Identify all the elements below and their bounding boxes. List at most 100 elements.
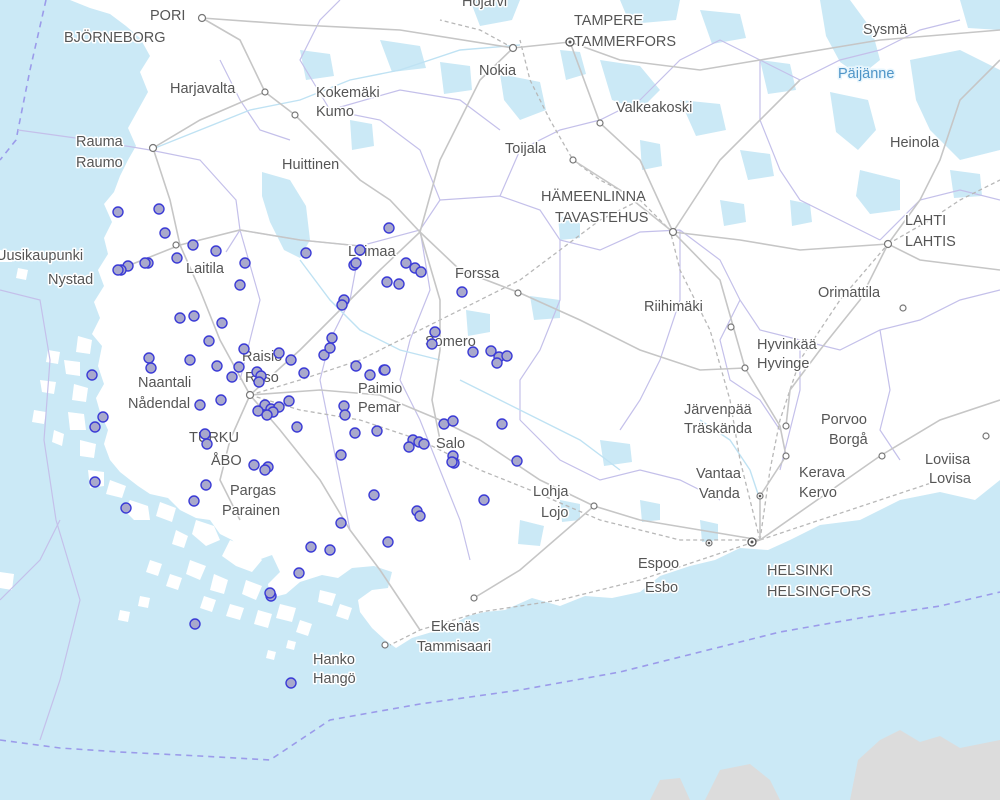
label-tammisaari: Tammisaari bbox=[417, 639, 491, 655]
circle-marker-icon[interactable] bbox=[171, 252, 183, 264]
circle-marker-icon[interactable] bbox=[426, 338, 438, 350]
circle-marker-icon[interactable] bbox=[239, 257, 251, 269]
circle-marker-icon[interactable] bbox=[324, 544, 336, 556]
label-nokia: Nokia bbox=[479, 63, 517, 79]
circle-marker-icon[interactable] bbox=[501, 350, 513, 362]
circle-marker-icon[interactable] bbox=[86, 369, 98, 381]
circle-marker-icon[interactable] bbox=[233, 361, 245, 373]
circle-marker-icon[interactable] bbox=[187, 239, 199, 251]
circle-marker-icon[interactable] bbox=[298, 367, 310, 379]
circle-marker-icon[interactable] bbox=[234, 279, 246, 291]
circle-marker-icon[interactable] bbox=[381, 276, 393, 288]
circle-marker-icon[interactable] bbox=[188, 310, 200, 322]
circle-marker-icon[interactable] bbox=[393, 278, 405, 290]
circle-marker-icon[interactable] bbox=[189, 618, 201, 630]
circle-marker-icon[interactable] bbox=[324, 342, 336, 354]
circle-marker-icon[interactable] bbox=[200, 479, 212, 491]
circle-marker-icon[interactable] bbox=[211, 360, 223, 372]
circle-marker-icon[interactable] bbox=[285, 677, 297, 689]
label-uusikaupunki: Uusikaupunki bbox=[0, 248, 83, 264]
circle-marker-icon[interactable] bbox=[253, 376, 265, 388]
circle-marker-icon[interactable] bbox=[112, 206, 124, 218]
label-hanko: Hanko bbox=[313, 652, 355, 668]
circle-marker-icon[interactable] bbox=[139, 257, 151, 269]
circle-marker-icon[interactable] bbox=[491, 357, 503, 369]
circle-marker-icon[interactable] bbox=[97, 411, 109, 423]
circle-marker-icon[interactable] bbox=[456, 286, 468, 298]
circle-marker-icon[interactable] bbox=[145, 362, 157, 374]
circle-marker-icon[interactable] bbox=[364, 369, 376, 381]
label-esbo: Esbo bbox=[645, 580, 678, 596]
circle-marker-icon[interactable] bbox=[89, 476, 101, 488]
label-riihimaki: Riihimäki bbox=[644, 299, 703, 315]
circle-marker-icon[interactable] bbox=[339, 409, 351, 421]
circle-marker-icon[interactable] bbox=[203, 335, 215, 347]
circle-marker-icon[interactable] bbox=[379, 364, 391, 376]
label-lovisa: Lovisa bbox=[929, 471, 972, 487]
label-valkeakoski: Valkeakoski bbox=[616, 100, 692, 116]
label-ekenas: Ekenäs bbox=[431, 619, 479, 635]
circle-marker-icon[interactable] bbox=[215, 394, 227, 406]
circle-marker-icon[interactable] bbox=[403, 441, 415, 453]
circle-marker-icon[interactable] bbox=[293, 567, 305, 579]
circle-marker-icon[interactable] bbox=[415, 266, 427, 278]
circle-marker-icon[interactable] bbox=[238, 343, 250, 355]
circle-marker-icon[interactable] bbox=[467, 346, 479, 358]
label-bjorneborg: BJÖRNEBORG bbox=[64, 28, 166, 46]
circle-marker-icon[interactable] bbox=[264, 587, 276, 599]
circle-marker-icon[interactable] bbox=[349, 427, 361, 439]
circle-marker-icon[interactable] bbox=[414, 510, 426, 522]
label-hango: Hangö bbox=[313, 671, 356, 687]
circle-marker-icon[interactable] bbox=[418, 438, 430, 450]
circle-marker-icon[interactable] bbox=[174, 312, 186, 324]
circle-marker-icon[interactable] bbox=[194, 399, 206, 411]
circle-marker-icon[interactable] bbox=[368, 489, 380, 501]
circle-marker-icon[interactable] bbox=[285, 354, 297, 366]
circle-marker-icon[interactable] bbox=[199, 428, 211, 440]
circle-marker-icon[interactable] bbox=[153, 203, 165, 215]
label-huittinen: Huittinen bbox=[282, 157, 339, 173]
circle-marker-icon[interactable] bbox=[291, 421, 303, 433]
label-hyvinkaa: Hyvinkää bbox=[757, 337, 818, 353]
circle-marker-icon[interactable] bbox=[259, 464, 271, 476]
map-view[interactable]: PORI BJÖRNEBORG Harjavalta Kokemäki Kumo… bbox=[0, 0, 1000, 800]
label-nystad: Nystad bbox=[48, 272, 93, 288]
circle-marker-icon[interactable] bbox=[336, 299, 348, 311]
circle-marker-icon[interactable] bbox=[383, 222, 395, 234]
circle-marker-icon[interactable] bbox=[350, 360, 362, 372]
circle-marker-icon[interactable] bbox=[226, 371, 238, 383]
circle-marker-icon[interactable] bbox=[511, 455, 523, 467]
circle-marker-icon[interactable] bbox=[89, 421, 101, 433]
circle-marker-icon[interactable] bbox=[326, 332, 338, 344]
circle-marker-icon[interactable] bbox=[300, 247, 312, 259]
circle-marker-icon[interactable] bbox=[210, 245, 222, 257]
circle-marker-icon[interactable] bbox=[201, 438, 213, 450]
circle-marker-icon[interactable] bbox=[188, 495, 200, 507]
circle-marker-icon[interactable] bbox=[143, 352, 155, 364]
circle-marker-icon[interactable] bbox=[429, 326, 441, 338]
circle-marker-icon[interactable] bbox=[261, 409, 273, 421]
circle-marker-icon[interactable] bbox=[273, 347, 285, 359]
circle-marker-icon[interactable] bbox=[184, 354, 196, 366]
circle-marker-icon[interactable] bbox=[447, 415, 459, 427]
circle-marker-icon[interactable] bbox=[371, 425, 383, 437]
circle-marker-icon[interactable] bbox=[446, 456, 458, 468]
circle-marker-icon[interactable] bbox=[478, 494, 490, 506]
label-vantaa: Vantaa bbox=[696, 466, 742, 482]
circle-marker-icon[interactable] bbox=[400, 257, 412, 269]
circle-marker-icon[interactable] bbox=[248, 459, 260, 471]
circle-marker-icon[interactable] bbox=[382, 536, 394, 548]
circle-marker-icon[interactable] bbox=[216, 317, 228, 329]
label-helsinki: HELSINKI bbox=[767, 563, 833, 579]
circle-marker-icon[interactable] bbox=[120, 502, 132, 514]
circle-marker-icon[interactable] bbox=[335, 449, 347, 461]
circle-marker-icon[interactable] bbox=[354, 244, 366, 256]
map-canvas[interactable]: PORI BJÖRNEBORG Harjavalta Kokemäki Kumo… bbox=[0, 0, 1000, 800]
circle-marker-icon[interactable] bbox=[305, 541, 317, 553]
circle-marker-icon[interactable] bbox=[159, 227, 171, 239]
circle-marker-icon[interactable] bbox=[496, 418, 508, 430]
circle-marker-icon[interactable] bbox=[350, 257, 362, 269]
circle-marker-icon[interactable] bbox=[283, 395, 295, 407]
circle-marker-icon[interactable] bbox=[335, 517, 347, 529]
circle-marker-icon[interactable] bbox=[112, 264, 124, 276]
